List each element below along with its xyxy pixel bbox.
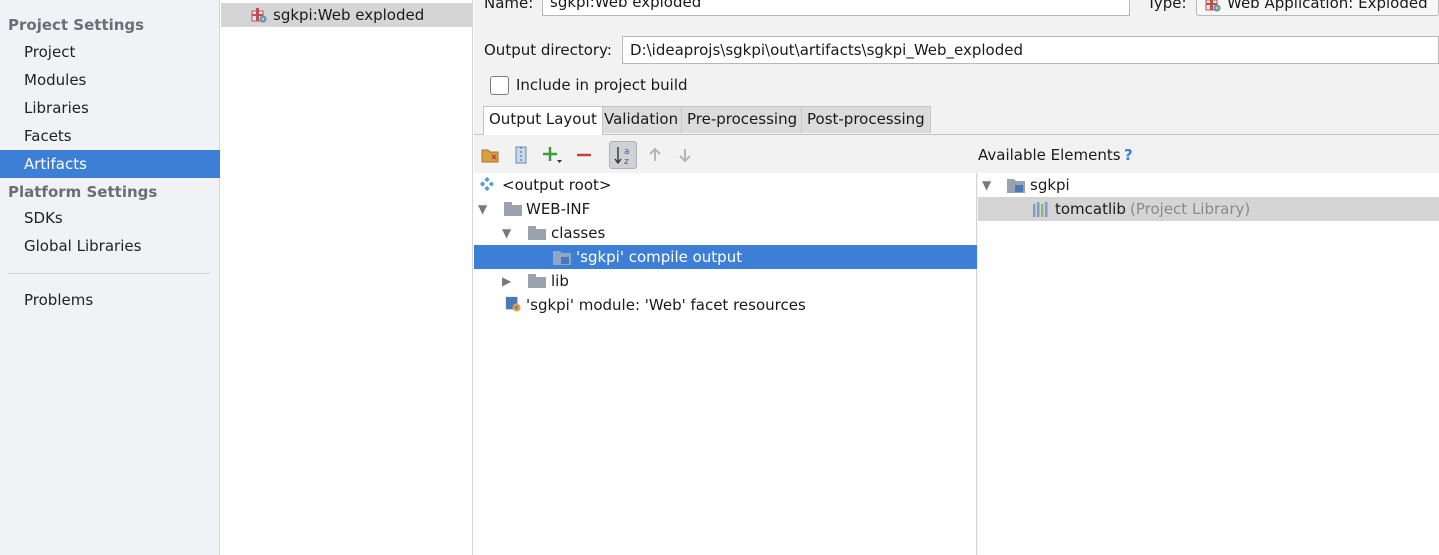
layout-toolbar: a z	[474, 135, 977, 173]
sidebar-item-sdks[interactable]: SDKs	[0, 204, 220, 232]
help-icon[interactable]: ?	[1124, 135, 1133, 175]
expand-arrow-icon[interactable]: ▼	[502, 221, 511, 245]
tree-row-label: 'sgkpi' module: 'Web' facet resources	[526, 296, 806, 314]
create-archive-button[interactable]	[509, 143, 533, 167]
tree-row-label: WEB-INF	[526, 200, 591, 218]
module-folder-icon	[1007, 179, 1025, 193]
web-facet-icon	[505, 296, 521, 312]
include-in-build-checkbox[interactable]	[490, 76, 509, 95]
folder-icon	[528, 226, 546, 240]
expand-arrow-icon[interactable]: ▼	[982, 173, 991, 197]
available-elements-panel: Available Elements ? ▼ sgkpi tomcatlib (…	[978, 135, 1439, 555]
svg-text:z: z	[624, 157, 629, 166]
tab-post-processing[interactable]: Post-processing	[801, 106, 931, 133]
folder-icon	[528, 274, 546, 288]
available-row-tomcatlib[interactable]: tomcatlib (Project Library)	[978, 197, 1439, 221]
output-root-icon	[479, 176, 495, 192]
remove-button[interactable]	[572, 143, 596, 167]
web-artifact-icon	[1205, 0, 1221, 12]
tree-row-label: classes	[551, 224, 606, 242]
platform-settings-header: Platform Settings	[8, 183, 158, 201]
tree-row-label: 'sgkpi' compile output	[576, 248, 743, 266]
project-settings-header: Project Settings	[8, 16, 145, 34]
tree-row-lib[interactable]: ▶ lib	[474, 269, 977, 293]
move-down-icon	[679, 149, 691, 163]
name-field[interactable]	[542, 0, 1130, 16]
tree-row-web-inf[interactable]: ▼ WEB-INF	[474, 197, 977, 221]
tree-row-label: lib	[551, 272, 569, 290]
tab-validation[interactable]: Validation	[598, 106, 685, 133]
sidebar-item-artifacts[interactable]: Artifacts	[0, 150, 220, 178]
tree-row-classes[interactable]: ▼ classes	[474, 221, 977, 245]
available-elements-header: Available Elements ?	[978, 135, 1439, 173]
output-layout-panel: a z <output root> ▼ WEB-INF ▼ classes 's…	[474, 135, 977, 555]
remove-icon	[577, 153, 591, 157]
tree-row-facet-resources[interactable]: 'sgkpi' module: 'Web' facet resources	[474, 293, 977, 317]
create-directory-button[interactable]	[478, 143, 502, 167]
folder-icon	[504, 202, 522, 216]
output-directory-label: Output directory:	[484, 41, 612, 59]
sidebar-item-problems[interactable]: Problems	[0, 286, 220, 314]
move-up-icon	[649, 147, 661, 161]
include-in-build-label: Include in project build	[516, 76, 688, 94]
output-directory-field[interactable]	[622, 36, 1439, 64]
type-combo[interactable]: Web Application: Exploded	[1196, 0, 1439, 16]
tree-row-label: <output root>	[502, 176, 612, 194]
sort-az-icon: a z	[614, 147, 630, 166]
tab-pre-processing[interactable]: Pre-processing	[681, 106, 804, 133]
type-label: Type:	[1147, 0, 1187, 12]
sort-elements-button[interactable]: a z	[609, 141, 637, 169]
create-archive-icon	[515, 146, 527, 164]
artifact-item[interactable]: sgkpi:Web exploded	[221, 3, 473, 27]
expand-arrow-icon[interactable]: ▼	[478, 197, 487, 221]
tree-row-output-root[interactable]: <output root>	[474, 173, 977, 197]
move-up-button[interactable]	[643, 143, 667, 167]
settings-sidebar: Project Settings Project Modules Librari…	[0, 0, 220, 555]
create-directory-icon	[481, 149, 499, 163]
available-row-suffix: (Project Library)	[1130, 200, 1251, 218]
artifact-config: Name: Type: Web Application: Exploded Ou…	[474, 0, 1439, 555]
name-label: Name:	[484, 0, 534, 12]
library-icon	[1033, 202, 1048, 217]
sidebar-item-modules[interactable]: Modules	[0, 66, 220, 94]
tree-row-compile-output[interactable]: 'sgkpi' compile output	[474, 245, 977, 269]
module-output-icon	[553, 251, 571, 265]
add-copy-button[interactable]	[540, 143, 564, 167]
svg-text:a: a	[624, 147, 630, 157]
sidebar-item-global-libraries[interactable]: Global Libraries	[0, 232, 220, 260]
sidebar-item-facets[interactable]: Facets	[0, 122, 220, 150]
artifact-item-label: sgkpi:Web exploded	[273, 6, 425, 24]
available-row-sgkpi[interactable]: ▼ sgkpi	[978, 173, 1439, 197]
sidebar-item-project[interactable]: Project	[0, 38, 220, 66]
tab-output-layout[interactable]: Output Layout	[483, 106, 603, 135]
sidebar-item-libraries[interactable]: Libraries	[0, 94, 220, 122]
type-combo-value: Web Application: Exploded	[1227, 0, 1428, 12]
web-artifact-icon	[251, 8, 267, 23]
add-copy-icon	[543, 147, 562, 163]
available-row-label: sgkpi	[1030, 176, 1070, 194]
sidebar-divider	[8, 273, 210, 274]
available-row-label: tomcatlib	[1055, 200, 1126, 218]
available-elements-title: Available Elements	[978, 146, 1121, 164]
collapse-arrow-icon[interactable]: ▶	[502, 269, 511, 293]
move-down-button[interactable]	[673, 143, 697, 167]
artifact-list: sgkpi:Web exploded	[221, 0, 473, 555]
